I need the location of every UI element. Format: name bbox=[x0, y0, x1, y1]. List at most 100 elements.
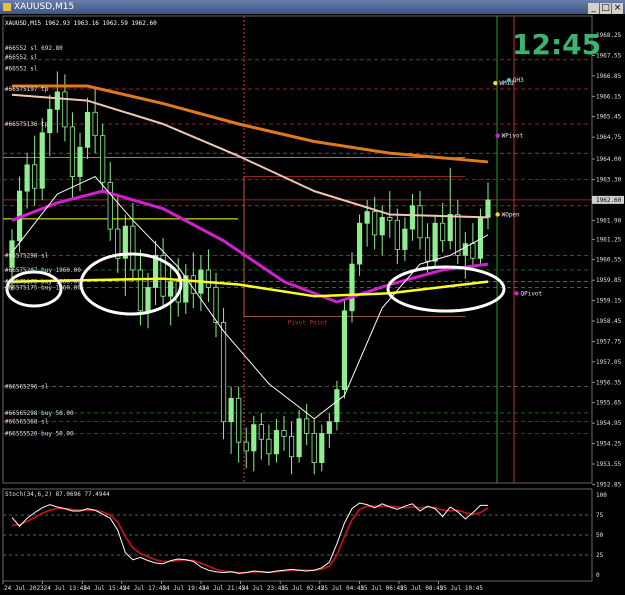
candle-body bbox=[447, 214, 453, 242]
candle-body bbox=[402, 228, 408, 250]
candle-body bbox=[39, 132, 45, 189]
price-tick-label: 1954.25 bbox=[596, 441, 622, 448]
window-title-bar[interactable]: XAUUSD,M15 _ □ × bbox=[0, 0, 625, 14]
price-tick-label: 1955.65 bbox=[596, 400, 622, 407]
candle-body bbox=[258, 424, 264, 440]
order-label: #66565298 buy 50.00 bbox=[5, 410, 74, 417]
price-tick-label: 1963.30 bbox=[596, 176, 622, 183]
candle-body bbox=[205, 269, 212, 288]
candle-body bbox=[372, 211, 378, 236]
candle-body bbox=[364, 211, 370, 224]
level-label: Pivot Point bbox=[288, 319, 328, 326]
chart-labels: Pivot PointWMid QH3WPivotWOpenQPivot#6655… bbox=[5, 45, 543, 437]
price-chart[interactable]: Pivot PointWMid QH3WPivotWOpenQPivot#6655… bbox=[0, 14, 625, 595]
order-label: #66552 sl bbox=[5, 66, 38, 73]
candle-body bbox=[432, 222, 438, 262]
candle-body bbox=[470, 243, 476, 259]
candles bbox=[9, 71, 491, 475]
highlight-ellipse bbox=[386, 265, 506, 313]
candle-body bbox=[319, 432, 325, 463]
candle-body bbox=[251, 424, 257, 452]
level-marker-dot bbox=[493, 80, 498, 86]
candle-body bbox=[462, 243, 468, 256]
window-controls: _ □ × bbox=[587, 1, 623, 15]
price-axis: 1968.251967.551966.851966.151965.451964.… bbox=[592, 32, 624, 488]
symbol-info: XAUUSD,M15 1962.93 1963.16 1962.59 1962.… bbox=[5, 20, 157, 27]
current-price-label: 1962.60 bbox=[596, 197, 622, 204]
candle-body bbox=[409, 205, 416, 230]
clock-display: 12:45 bbox=[512, 28, 601, 61]
stoch-title: Stoch(34,6,2) 87.0696 77.4944 bbox=[5, 491, 110, 498]
candle-body bbox=[311, 432, 317, 463]
order-label: #66552 sl 692.80 bbox=[5, 45, 63, 52]
candle-body bbox=[485, 199, 491, 218]
time-axis: 24 Jul 2023 24 Jul 13:4524 Jul 15:4524 Ju… bbox=[2, 581, 484, 592]
time-tick-label: 24 Jul 2023 bbox=[4, 585, 44, 592]
candle-body bbox=[62, 91, 68, 128]
close-icon[interactable]: × bbox=[612, 3, 623, 14]
order-label: #66552 sl bbox=[5, 54, 38, 61]
price-tick-label: 1952.85 bbox=[596, 481, 622, 488]
level-marker-dot bbox=[506, 78, 512, 83]
candle-body bbox=[152, 254, 159, 288]
stoch-tick-label: 0 bbox=[596, 572, 600, 579]
time-tick-label: 25 Jul 06:45 bbox=[360, 585, 404, 592]
time-tick-label: 24 Jul 23:45 bbox=[242, 585, 286, 592]
level-marker-dot bbox=[495, 133, 500, 138]
order-label: #66575175 buy 1960.00 bbox=[5, 284, 81, 291]
candle-body bbox=[296, 418, 302, 458]
price-tick-label: 1956.35 bbox=[596, 379, 622, 386]
candle-body bbox=[168, 281, 174, 297]
stoch-tick-label: 25 bbox=[596, 552, 604, 559]
price-tick-label: 1954.95 bbox=[596, 420, 622, 427]
maximize-icon[interactable]: □ bbox=[600, 3, 611, 14]
candle-body bbox=[32, 164, 38, 189]
price-tick-label: 1957.05 bbox=[596, 359, 622, 366]
chart-window-icon bbox=[3, 3, 11, 11]
candle-body bbox=[417, 205, 423, 239]
candle-body bbox=[145, 287, 151, 312]
order-label: #66575207 buy 1960.00 bbox=[5, 267, 81, 274]
ma_white-line bbox=[11, 176, 489, 420]
time-tick-label: 25 Jul 04:45 bbox=[321, 585, 365, 592]
candle-body bbox=[92, 111, 98, 137]
price-tick-label: 1953.55 bbox=[596, 461, 622, 468]
candle-body bbox=[379, 216, 385, 236]
candle-body bbox=[130, 225, 136, 271]
time-tick-label: 24 Jul 15:45 bbox=[83, 585, 127, 592]
price-tick-label: 1961.25 bbox=[596, 236, 622, 243]
order-label: #66565368 sl bbox=[5, 419, 49, 426]
stoch-tick-label: 100 bbox=[596, 492, 607, 499]
order-label: #66565296 sl bbox=[5, 384, 49, 391]
minimize-icon[interactable]: _ bbox=[588, 3, 599, 14]
stoch-tick-label: 50 bbox=[596, 532, 604, 539]
window-title: XAUUSD,M15 bbox=[14, 2, 75, 12]
moving-averages bbox=[11, 84, 489, 420]
candle-body bbox=[107, 181, 113, 230]
candle-body bbox=[440, 222, 446, 242]
level-label: WOpen bbox=[502, 211, 520, 218]
time-tick-label: 25 Jul 10:45 bbox=[440, 585, 484, 592]
price-tick-label: 1958.45 bbox=[596, 318, 622, 325]
stoch-signal-line bbox=[11, 505, 489, 574]
candle-body bbox=[349, 263, 355, 312]
candle-body bbox=[356, 222, 363, 265]
candle-body bbox=[54, 91, 60, 110]
candle-body bbox=[334, 389, 340, 423]
price-tick-label: 1960.55 bbox=[596, 257, 622, 264]
price-tick-label: 1959.85 bbox=[596, 277, 622, 284]
candle-body bbox=[387, 216, 393, 221]
time-tick-label: 25 Jul 08:45 bbox=[400, 585, 444, 592]
time-tick-label: 24 Jul 21:45 bbox=[202, 585, 246, 592]
level-marker-dot bbox=[514, 291, 519, 296]
candle-body bbox=[220, 322, 227, 423]
candle-body bbox=[288, 435, 295, 458]
candle-body bbox=[228, 397, 234, 423]
price-tick-label: 1959.15 bbox=[596, 298, 622, 305]
level-label: QPivot bbox=[520, 290, 542, 297]
candle-body bbox=[236, 397, 242, 443]
level-label: WPivot bbox=[502, 133, 524, 140]
price-tick-label: 1964.00 bbox=[596, 156, 622, 163]
time-tick-label: 24 Jul 19:45 bbox=[162, 585, 206, 592]
candle-body bbox=[326, 421, 332, 434]
